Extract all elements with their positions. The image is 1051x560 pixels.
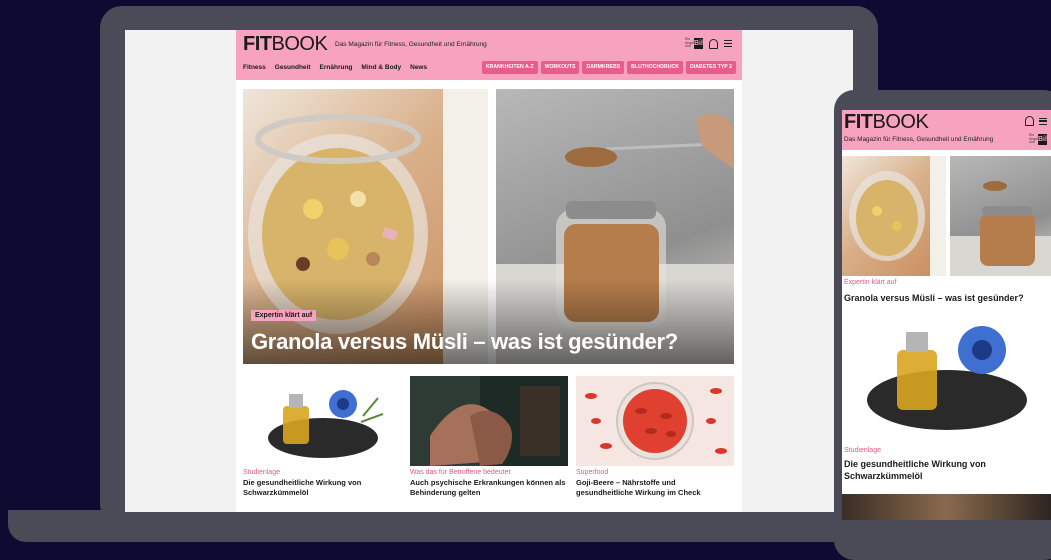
pill-workouts[interactable]: WORKOUTS xyxy=(540,61,580,74)
hero-kicker: Expertin klärt auf xyxy=(251,310,317,321)
teaser-title[interactable]: Die gesundheitliche Wirkung von Schwarzk… xyxy=(243,478,401,498)
pill-bluthochdruck[interactable]: BLUTHOCHDRUCK xyxy=(627,61,683,74)
bell-icon[interactable] xyxy=(709,38,718,49)
mobile-teaser-title[interactable]: Die gesundheitliche Wirkung von Schwarzk… xyxy=(844,458,1044,482)
teaser-kicker: Studienlage xyxy=(243,469,280,476)
nav-item-news[interactable]: News xyxy=(410,64,427,71)
site-header: FITBOOK Das Magazin für Fitness, Gesundh… xyxy=(236,30,742,80)
nav-item-mind-body[interactable]: Mind & Body xyxy=(361,64,401,71)
teaser-title[interactable]: Auch psychische Erkrankungen können als … xyxy=(410,478,568,498)
bild-partner-logo[interactable]: Ein Angebot von Bild xyxy=(1029,133,1051,145)
main-nav: Fitness Gesundheit Ernährung Mind & Body… xyxy=(243,64,427,71)
mobile-hero-kicker: Expertin klärt auf xyxy=(844,279,897,286)
site-tagline: Das Magazin für Fitness, Gesundheit und … xyxy=(335,41,487,48)
site-logo[interactable]: FITBOOK xyxy=(844,111,929,134)
black-seed-oil-image xyxy=(243,376,401,466)
hero-article[interactable]: Expertin klärt auf Granola versus Müsli … xyxy=(243,89,734,364)
teaser-kicker: Superfood xyxy=(576,469,609,476)
nav-item-gesundheit[interactable]: Gesundheit xyxy=(275,64,311,71)
pill-krankheiten[interactable]: KRANKHEITEN A-Z xyxy=(481,61,538,74)
hands-image xyxy=(410,376,568,466)
menu-icon[interactable] xyxy=(724,40,732,47)
topic-pills: KRANKHEITEN A-Z WORKOUTS DARMKREBS BLUTH… xyxy=(481,61,736,74)
desktop-site: FITBOOK Das Magazin für Fitness, Gesundh… xyxy=(236,30,742,512)
hands-image xyxy=(842,494,1051,520)
mobile-teaser-kicker: Studienlage xyxy=(844,447,881,454)
mobile-header: FITBOOK Das Magazin für Fitness, Gesundh… xyxy=(842,110,1051,150)
goji-berries-image xyxy=(576,376,734,466)
pill-darmkrebs[interactable]: DARMKREBS xyxy=(582,61,625,74)
teaser-kicker: Was das für Betroffene bedeutet xyxy=(410,469,511,476)
black-seed-oil-image xyxy=(842,310,1051,445)
hero-title[interactable]: Granola versus Müsli – was ist gesünder? xyxy=(251,329,678,355)
teaser-card-psychisch[interactable]: Was das für Betroffene bedeutet Auch psy… xyxy=(410,376,568,498)
site-logo[interactable]: FITBOOK xyxy=(243,33,328,56)
laptop-screen: FITBOOK Das Magazin für Fitness, Gesundh… xyxy=(125,30,853,512)
mobile-site: FITBOOK Das Magazin für Fitness, Gesundh… xyxy=(842,110,1051,520)
header-icons: Ein Angebot von Bild xyxy=(685,37,732,49)
mobile-header-icons xyxy=(1025,116,1047,126)
nav-item-fitness[interactable]: Fitness xyxy=(243,64,266,71)
granola-jar-image xyxy=(842,156,946,276)
teaser-card-schwarzkuemmel[interactable]: Studienlage Die gesundheitliche Wirkung … xyxy=(243,376,401,498)
bell-icon[interactable] xyxy=(1025,116,1034,126)
menu-icon[interactable] xyxy=(1039,117,1047,125)
granola-spoon-image xyxy=(950,156,1051,276)
bild-partner-logo[interactable]: Ein Angebot von Bild xyxy=(685,37,707,49)
teaser-title[interactable]: Goji-Beere – Nährstoffe und gesundheitli… xyxy=(576,478,734,498)
pill-diabetes[interactable]: DIABETES TYP 2 xyxy=(686,61,736,74)
nav-item-ernaehrung[interactable]: Ernährung xyxy=(320,64,353,71)
mobile-hero-title[interactable]: Granola versus Müsli – was ist gesünder? xyxy=(844,293,1024,303)
teaser-card-goji[interactable]: Superfood Goji-Beere – Nährstoffe und ge… xyxy=(576,376,734,498)
site-tagline: Das Magazin für Fitness, Gesundheit und … xyxy=(844,136,994,143)
